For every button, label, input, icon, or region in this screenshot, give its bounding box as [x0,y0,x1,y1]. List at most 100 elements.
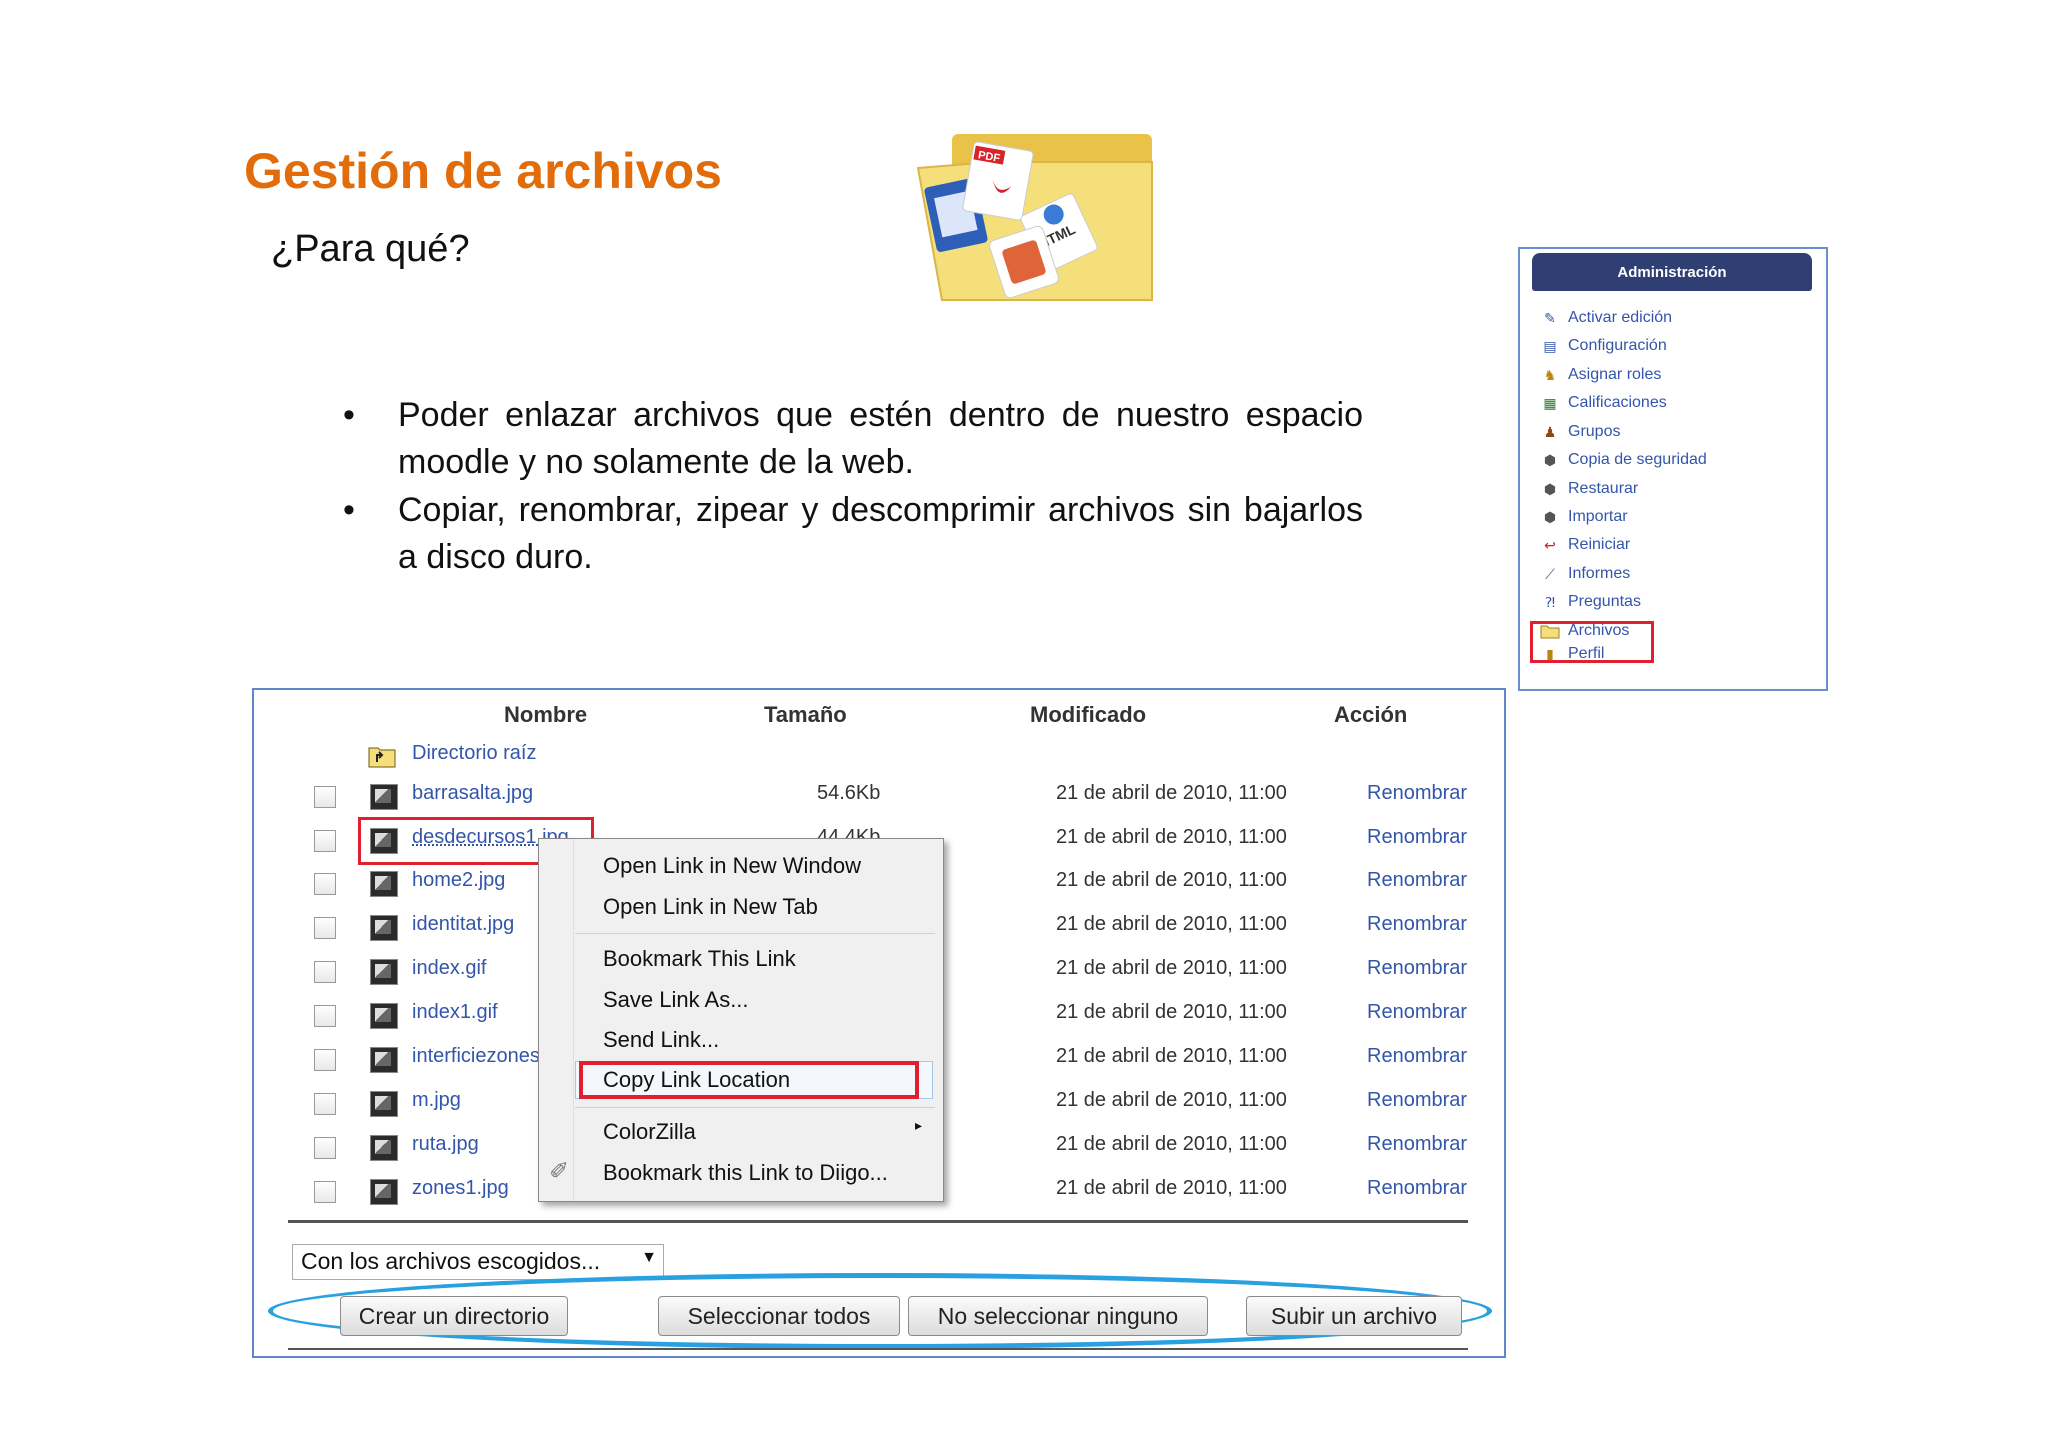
select-all-button[interactable]: Seleccionar todos [658,1296,900,1336]
file-modified: 21 de abril de 2010, 11:00 [1056,869,1287,891]
menu-item-open-new-tab[interactable]: Open Link in New Tab [603,894,818,920]
admin-item-reiniciar[interactable]: ↩ Reiniciar [1540,532,1630,558]
admin-item-label: Restaurar [1568,480,1639,497]
menu-separator [575,1107,935,1108]
row-checkbox[interactable] [314,873,336,895]
row-checkbox[interactable] [314,786,336,808]
admin-item-label: Importar [1568,508,1628,525]
questions-icon: ⁈ [1544,593,1556,610]
file-name-link[interactable]: ruta.jpg [412,1133,479,1156]
backup-icon: ⬢ [1543,451,1557,468]
menu-item-bookmark-diigo[interactable]: Bookmark this Link to Diigo... [603,1160,888,1186]
file-name-link[interactable]: zones1.jpg [412,1177,509,1200]
menu-item-save-link-as[interactable]: Save Link As... [603,987,749,1013]
rename-link[interactable]: Renombrar [1367,869,1467,892]
admin-item-asignar-roles[interactable]: ♞ Asignar roles [1540,362,1662,388]
row-checkbox[interactable] [314,1049,336,1071]
bullet-text: Copiar, renombrar, zipear y descomprimir… [398,491,1363,576]
restore-icon: ⬢ [1543,480,1557,497]
rename-link[interactable]: Renombrar [1367,826,1467,849]
file-modified: 21 de abril de 2010, 11:00 [1056,913,1287,935]
file-name-link[interactable]: home2.jpg [412,869,505,892]
copy-link-highlight-box [579,1061,919,1099]
admin-item-preguntas[interactable]: ⁈ Preguntas [1540,589,1641,615]
image-file-icon [370,1135,398,1161]
admin-item-importar[interactable]: ⬢ Importar [1540,504,1628,530]
menu-item-bookmark-link[interactable]: Bookmark This Link [603,946,796,972]
rename-link[interactable]: Renombrar [1367,1001,1467,1024]
row-checkbox[interactable] [314,961,336,983]
rename-link[interactable]: Renombrar [1367,782,1467,805]
rename-link[interactable]: Renombrar [1367,1045,1467,1068]
diigo-icon: ✐ [549,1158,570,1185]
admin-item-informes[interactable]: ⟋ Informes [1540,561,1630,587]
create-directory-button[interactable]: Crear un directorio [340,1296,568,1336]
admin-item-activar-edicion[interactable]: ✎ Activar edición [1540,305,1672,331]
admin-item-label: Calificaciones [1568,394,1667,411]
image-file-icon [370,1047,398,1073]
context-menu-gutter [539,839,574,1201]
admin-item-restaurar[interactable]: ⬢ Restaurar [1540,476,1638,502]
admin-item-grupos[interactable]: ♟ Grupos [1540,419,1621,445]
admin-item-label: Copia de seguridad [1568,451,1707,468]
image-file-icon [370,871,398,897]
pencil-icon: ✎ [1544,309,1556,326]
column-header-modificado[interactable]: Modificado [1030,702,1146,728]
groups-icon: ♟ [1543,423,1557,440]
root-directory-link[interactable]: Directorio raíz [412,742,536,765]
reset-icon: ↩ [1544,536,1556,553]
rename-link[interactable]: Renombrar [1367,1133,1467,1156]
rename-link[interactable]: Renombrar [1367,1089,1467,1112]
admin-item-label: Preguntas [1568,593,1641,610]
archivos-highlight-box [1530,621,1654,663]
file-name-link[interactable]: index.gif [412,957,487,980]
file-modified: 21 de abril de 2010, 11:00 [1056,1177,1287,1199]
row-checkbox[interactable] [314,1137,336,1159]
bullet-marker: • [343,396,355,434]
rename-link[interactable]: Renombrar [1367,957,1467,980]
bullet-item: • Copiar, renombrar, zipear y descomprim… [343,487,1363,583]
admin-item-label: Grupos [1568,423,1621,440]
bullet-item: • Poder enlazar archivos que estén dentr… [343,392,1363,488]
image-file-icon [370,1003,398,1029]
row-checkbox[interactable] [314,1005,336,1027]
admin-item-copia-seguridad[interactable]: ⬢ Copia de seguridad [1540,447,1707,473]
admin-item-configuracion[interactable]: ▤ Configuración [1540,333,1666,359]
row-checkbox[interactable] [314,830,336,852]
folder-documents-icon: PDF HTML [916,134,1153,301]
image-file-icon [370,1179,398,1205]
row-checkbox[interactable] [314,1093,336,1115]
admin-item-calificaciones[interactable]: ▦ Calificaciones [1540,390,1667,416]
row-checkbox[interactable] [314,917,336,939]
image-file-icon [370,915,398,941]
reports-icon: ⟋ [1545,565,1555,582]
file-name-link[interactable]: identitat.jpg [412,913,514,936]
menu-item-colorzilla[interactable]: ColorZilla [603,1119,696,1145]
table-row: barrasalta.jpg 54.6Kb 21 de abril de 201… [254,776,1504,820]
bullet-marker: • [343,491,355,529]
file-name-link[interactable]: interficiezones [412,1045,540,1068]
file-name-link[interactable]: barrasalta.jpg [412,782,533,805]
file-modified: 21 de abril de 2010, 11:00 [1056,1089,1287,1111]
select-none-button[interactable]: No seleccionar ninguno [908,1296,1208,1336]
file-size: 54.6Kb [817,782,881,804]
column-header-accion: Acción [1334,702,1408,727]
file-name-link[interactable]: m.jpg [412,1089,461,1112]
menu-item-send-link[interactable]: Send Link... [603,1027,719,1053]
menu-item-open-new-window[interactable]: Open Link in New Window [603,853,861,879]
file-name-link[interactable]: index1.gif [412,1001,498,1024]
rename-link[interactable]: Renombrar [1367,1177,1467,1200]
file-modified: 21 de abril de 2010, 11:00 [1056,826,1287,848]
settings-icon: ▤ [1543,337,1557,354]
upload-file-button[interactable]: Subir un archivo [1246,1296,1462,1336]
roles-icon: ♞ [1543,366,1557,383]
admin-item-label: Informes [1568,565,1631,582]
column-header-tamano[interactable]: Tamaño [764,702,847,728]
menu-separator [575,933,935,934]
divider [288,1220,1468,1223]
rename-link[interactable]: Renombrar [1367,913,1467,936]
row-checkbox[interactable] [314,1181,336,1203]
column-header-nombre[interactable]: Nombre [504,702,587,728]
bulk-action-select[interactable]: Con los archivos escogidos... ▼ [292,1244,664,1280]
divider [288,1348,1468,1350]
